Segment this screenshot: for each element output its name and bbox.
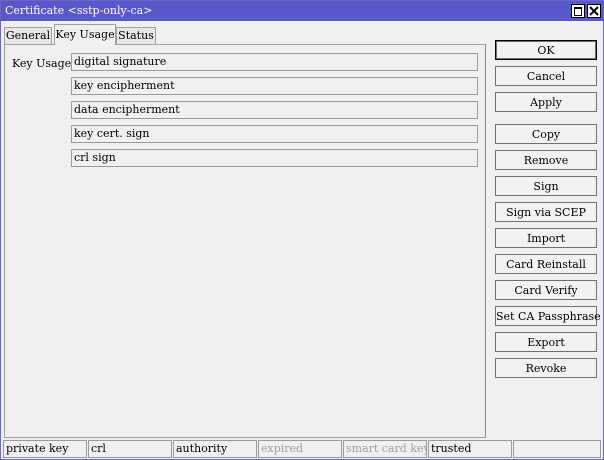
key-usage-value[interactable]: key encipherment: [71, 77, 478, 95]
tab-key-usage[interactable]: Key Usage: [54, 24, 116, 45]
status-expired: expired: [258, 440, 342, 458]
import-button[interactable]: Import: [495, 228, 597, 248]
key-usage-value[interactable]: crl sign: [71, 149, 478, 167]
revoke-button[interactable]: Revoke: [495, 358, 597, 378]
key-usage-label: Key Usage:: [12, 57, 75, 70]
cancel-button[interactable]: Cancel: [495, 66, 597, 86]
key-usage-panel: Key Usage: digital signature key enciphe…: [4, 44, 486, 438]
sign-via-scep-button[interactable]: Sign via SCEP: [495, 202, 597, 222]
set-ca-passphrase-button[interactable]: Set CA Passphrase: [495, 306, 601, 326]
export-button[interactable]: Export: [495, 332, 597, 352]
status-bar: private key crl authority expired smart …: [3, 438, 601, 459]
status-crl: crl: [88, 440, 172, 458]
remove-button[interactable]: Remove: [495, 150, 597, 170]
status-trusted: trusted: [428, 440, 512, 458]
status-private-key: private key: [3, 440, 87, 458]
ok-button[interactable]: OK: [495, 40, 597, 60]
status-authority: authority: [173, 440, 257, 458]
card-reinstall-button[interactable]: Card Reinstall: [495, 254, 597, 274]
tab-status[interactable]: Status: [116, 27, 156, 44]
tab-general[interactable]: General: [4, 27, 52, 44]
copy-button[interactable]: Copy: [495, 124, 597, 144]
maximize-icon[interactable]: [571, 4, 585, 18]
key-usage-value[interactable]: digital signature: [71, 53, 478, 71]
card-verify-button[interactable]: Card Verify: [495, 280, 597, 300]
title-bar[interactable]: Certificate <sstp-only-ca>: [1, 1, 603, 21]
key-usage-value[interactable]: data encipherment: [71, 101, 478, 119]
status-smart-card-key: smart card key: [343, 440, 427, 458]
apply-button[interactable]: Apply: [495, 92, 597, 112]
status-empty: [513, 440, 601, 458]
certificate-window: Certificate <sstp-only-ca> General Key U…: [0, 0, 604, 460]
window-title: Certificate <sstp-only-ca>: [5, 4, 153, 17]
close-icon[interactable]: [587, 4, 601, 18]
sign-button[interactable]: Sign: [495, 176, 597, 196]
key-usage-value[interactable]: key cert. sign: [71, 125, 478, 143]
